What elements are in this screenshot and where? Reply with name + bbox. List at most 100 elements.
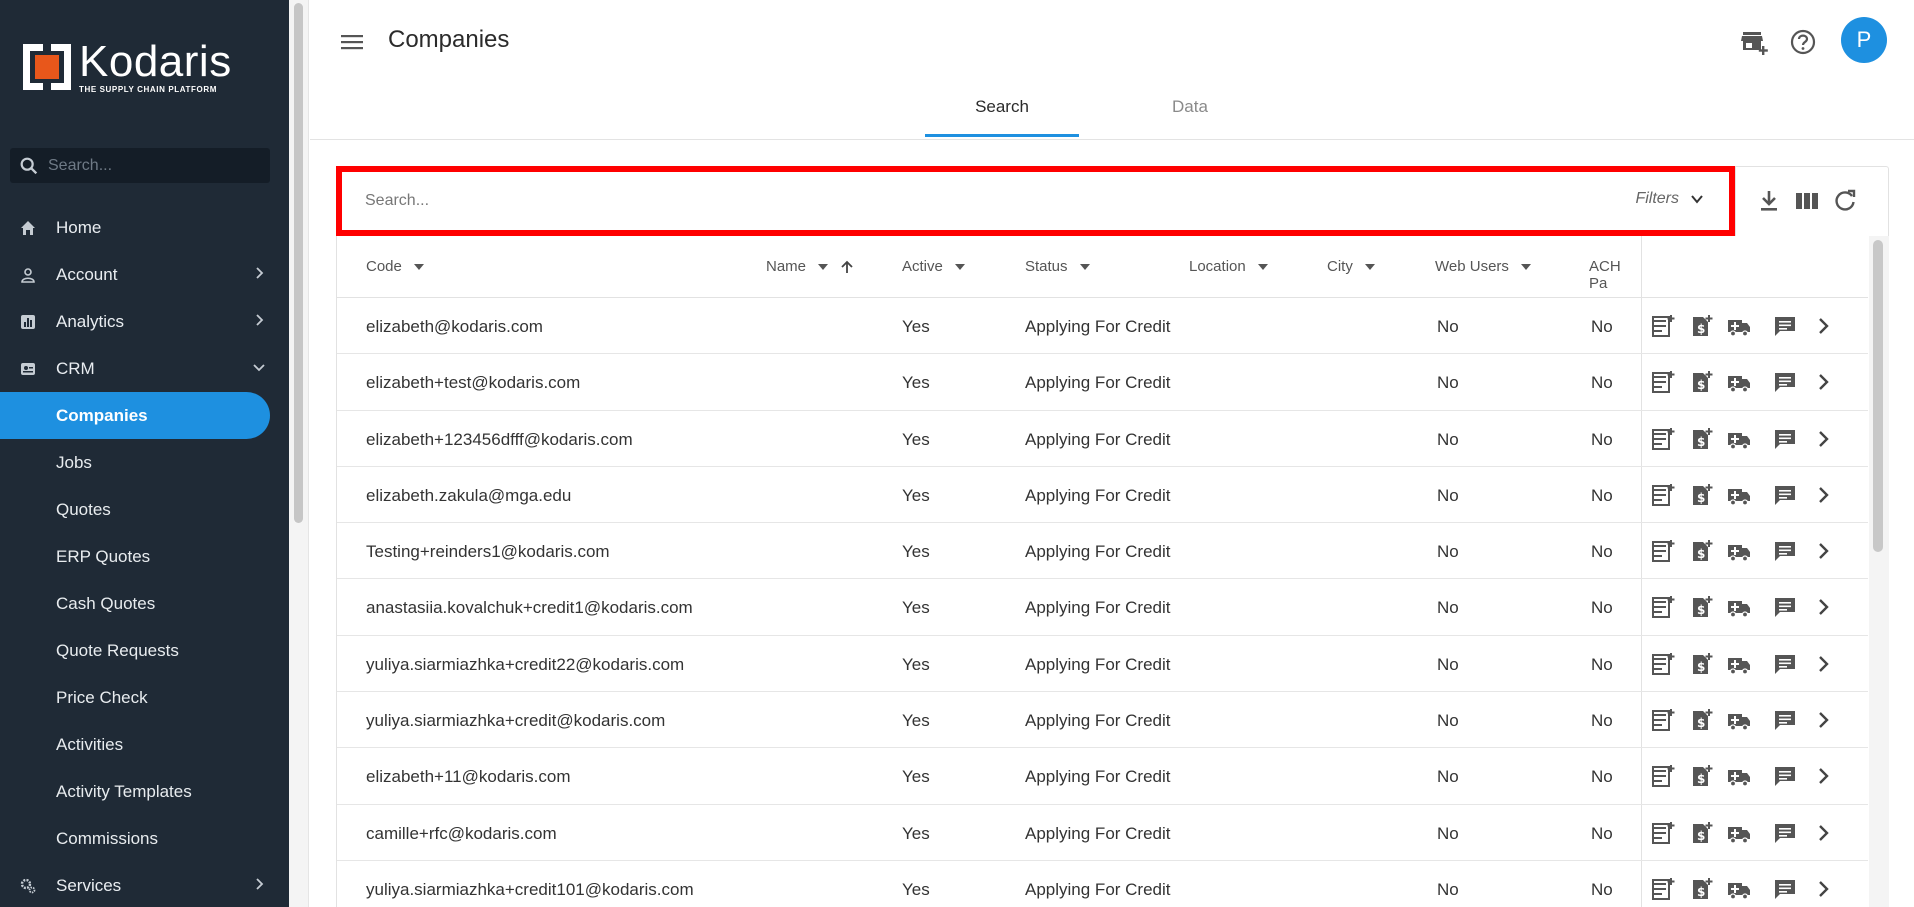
sidebar-scrollbar[interactable] [289,0,309,907]
column-header-code[interactable]: Code [366,258,424,275]
sidebar-search-input[interactable] [48,156,258,175]
sidebar-item-erp-quotes[interactable]: ERP Quotes [0,533,289,580]
add-note-icon[interactable] [1651,427,1675,451]
column-header-ach[interactable]: ACH Pa [1589,258,1641,292]
add-note-icon[interactable] [1651,764,1675,788]
add-note-icon[interactable] [1651,370,1675,394]
sort-dropdown-icon[interactable] [413,262,424,272]
message-icon[interactable] [1773,483,1797,507]
filters-toggle[interactable]: Filters [1635,190,1705,208]
chevron-right-icon[interactable] [1811,821,1835,845]
column-header-active[interactable]: Active [902,258,965,275]
message-icon[interactable] [1773,539,1797,563]
download-icon[interactable] [1756,188,1782,214]
sort-ascending-icon[interactable] [840,260,854,274]
sidebar-item-cash-quotes[interactable]: Cash Quotes [0,580,289,627]
sort-dropdown-icon[interactable] [1520,262,1531,272]
sidebar-item-quote-requests[interactable]: Quote Requests [0,627,289,674]
sidebar-item-activities[interactable]: Activities [0,721,289,768]
shipping-icon[interactable] [1727,483,1751,507]
column-header-location[interactable]: Location [1189,258,1268,275]
add-note-icon[interactable] [1651,539,1675,563]
sidebar-item-crm[interactable]: CRM [0,345,289,392]
credit-icon[interactable]: $ [1689,539,1713,563]
sidebar-scrollbar-thumb[interactable] [294,3,303,523]
credit-icon[interactable]: $ [1689,314,1713,338]
chevron-right-icon[interactable] [1811,539,1835,563]
add-note-icon[interactable] [1651,483,1675,507]
message-icon[interactable] [1773,764,1797,788]
sidebar-item-account[interactable]: Account [0,251,289,298]
chevron-right-icon[interactable] [1811,427,1835,451]
sidebar-search[interactable] [10,148,270,183]
sidebar-item-analytics[interactable]: Analytics [0,298,289,345]
sidebar-item-price-check[interactable]: Price Check [0,674,289,721]
message-icon[interactable] [1773,821,1797,845]
shipping-icon[interactable] [1727,652,1751,676]
shipping-icon[interactable] [1727,821,1751,845]
chevron-right-icon[interactable] [1811,595,1835,619]
chevron-right-icon[interactable] [1811,483,1835,507]
table-row[interactable]: camille+rfc@kodaris.com Yes Applying For C… [337,804,1868,861]
sidebar-item-jobs[interactable]: Jobs [0,439,289,486]
chevron-right-icon[interactable] [1811,708,1835,732]
add-store-icon[interactable] [1740,27,1770,57]
table-scrollbar[interactable] [1869,236,1889,907]
column-header-name[interactable]: Name [766,258,854,275]
chevron-right-icon[interactable] [1811,877,1835,901]
sidebar-item-commissions[interactable]: Commissions [0,815,289,862]
sidebar-item-home[interactable]: Home [0,204,289,251]
table-row[interactable]: elizabeth+11@kodaris.com Yes Applying For … [337,748,1868,805]
sort-dropdown-icon[interactable] [1079,262,1090,272]
table-row[interactable]: Testing+reinders1@kodaris.com Yes Applying… [337,523,1868,580]
sidebar-item-services[interactable]: Services [0,862,289,907]
message-icon[interactable] [1773,708,1797,732]
credit-icon[interactable]: $ [1689,764,1713,788]
columns-icon[interactable] [1794,188,1820,214]
chevron-right-icon[interactable] [1811,652,1835,676]
message-icon[interactable] [1773,314,1797,338]
credit-icon[interactable]: $ [1689,370,1713,394]
add-note-icon[interactable] [1651,877,1675,901]
table-scrollbar-thumb[interactable] [1873,240,1883,552]
chevron-right-icon[interactable] [1811,370,1835,394]
sort-dropdown-icon[interactable] [954,262,965,272]
shipping-icon[interactable] [1727,370,1751,394]
message-icon[interactable] [1773,370,1797,394]
sort-dropdown-icon[interactable] [1364,262,1375,272]
shipping-icon[interactable] [1727,427,1751,451]
credit-icon[interactable]: $ [1689,708,1713,732]
refresh-icon[interactable] [1832,188,1858,214]
table-row[interactable]: elizabeth.zakula@mga.edu Yes Applying For … [337,466,1868,524]
kodaris-logo[interactable]: Kodaris THE SUPPLY CHAIN PLATFORM [21,40,232,94]
column-header-city[interactable]: City [1327,258,1375,275]
add-note-icon[interactable] [1651,708,1675,732]
shipping-icon[interactable] [1727,539,1751,563]
sort-dropdown-icon[interactable] [1257,262,1268,272]
message-icon[interactable] [1773,652,1797,676]
table-row[interactable]: elizabeth+test@kodaris.com Yes Applying Fo… [337,354,1868,411]
credit-icon[interactable]: $ [1689,483,1713,507]
message-icon[interactable] [1773,877,1797,901]
table-row[interactable]: yuliya.siarmiazhka+credit101@kodaris.com… [337,860,1868,907]
chevron-right-icon[interactable] [1811,314,1835,338]
table-search-bar[interactable]: Filters [340,170,1729,232]
shipping-icon[interactable] [1727,764,1751,788]
table-row[interactable]: anastasiia.kovalchuk+credit1@kodaris.com… [337,579,1868,636]
sidebar-item-quotes[interactable]: Quotes [0,486,289,533]
help-icon[interactable] [1788,27,1818,57]
shipping-icon[interactable] [1727,708,1751,732]
table-row[interactable]: yuliya.siarmiazhka+credit@kodaris.com Yes… [337,692,1868,749]
tab-data[interactable]: Data [1096,97,1284,117]
add-note-icon[interactable] [1651,652,1675,676]
message-icon[interactable] [1773,595,1797,619]
chevron-right-icon[interactable] [1811,764,1835,788]
add-note-icon[interactable] [1651,314,1675,338]
table-row[interactable]: yuliya.siarmiazhka+credit22@kodaris.com Y… [337,635,1868,693]
credit-icon[interactable]: $ [1689,595,1713,619]
shipping-icon[interactable] [1727,595,1751,619]
table-search-input[interactable] [365,192,1365,210]
column-header-status[interactable]: Status [1025,258,1090,275]
sidebar-item-activity-templates[interactable]: Activity Templates [0,768,289,815]
tab-search[interactable]: Search [908,97,1096,117]
